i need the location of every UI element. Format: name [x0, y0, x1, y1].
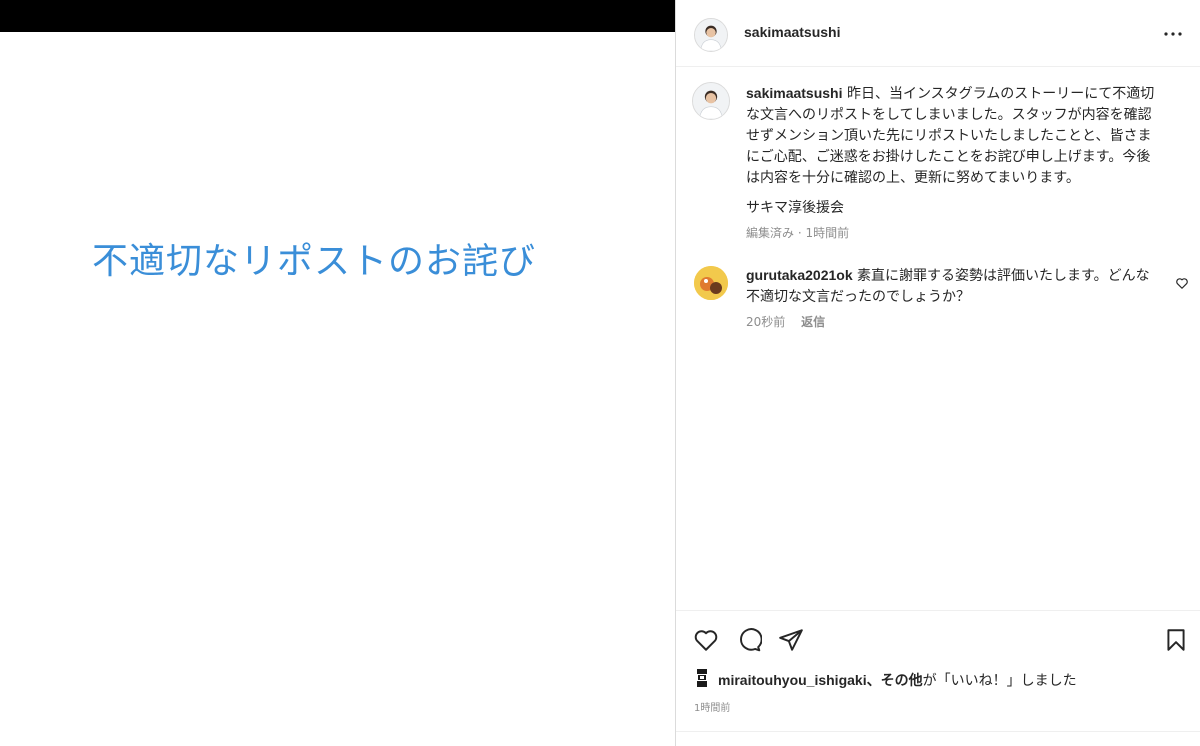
cartoon-avatar-icon — [694, 266, 728, 300]
likes-others-link[interactable]: その他 — [881, 672, 923, 688]
liker-username[interactable]: miraitouhyou_ishigaki — [718, 672, 867, 688]
media-top-band — [0, 0, 675, 32]
heart-icon — [694, 630, 718, 651]
reply-button[interactable]: 返信 — [801, 313, 825, 330]
caption-username[interactable]: sakimaatsushi — [746, 85, 843, 101]
post-detail-panel: sakimaatsushi sakimaatsushi 昨日、当インスタグラムの… — [675, 0, 1200, 746]
person-photo-icon — [693, 83, 729, 119]
save-button[interactable] — [1163, 627, 1189, 653]
likes-text: miraitouhyou_ishigaki、その他が「いいね！」しました — [718, 670, 1077, 690]
add-comment-area[interactable] — [676, 731, 1200, 746]
like-button[interactable] — [693, 627, 719, 653]
comment-bubble-icon — [740, 628, 763, 652]
comment-item: gurutaka2021ok 素直に謝罪する姿勢は評価いたします。どんな不適切な… — [676, 262, 1200, 332]
post-image-text: 不適切なリポストのお詫び — [92, 241, 537, 282]
caption-signoff: サキマ淳後援会 — [746, 200, 844, 216]
comment-time: 20秒前 — [746, 315, 786, 329]
comment-meta: 20秒前 返信 — [746, 313, 825, 330]
commenter-username[interactable]: gurutaka2021ok — [746, 267, 853, 283]
bookmark-icon — [1167, 629, 1185, 651]
caption-meta: 編集済み · 1時間前 — [746, 226, 850, 240]
caption-text-block: sakimaatsushi 昨日、当インスタグラムのストーリーにて不適切な文言へ… — [746, 83, 1161, 189]
comment-text-block: gurutaka2021ok 素直に謝罪する姿勢は評価いたします。どんな不適切な… — [746, 265, 1156, 308]
comment-button[interactable] — [736, 627, 763, 653]
commenter-avatar[interactable] — [694, 266, 728, 300]
heart-outline-icon — [1176, 278, 1188, 289]
post-actions-bar: miraitouhyou_ishigaki、その他が「いいね！」しました 1時間… — [676, 610, 1200, 746]
share-button[interactable] — [778, 627, 804, 653]
post-media: 不適切なリポストのお詫び — [0, 0, 675, 746]
likes-suffix: が「いいね！」しました — [922, 673, 1077, 689]
comment-like-button[interactable] — [1175, 275, 1189, 289]
post-header: sakimaatsushi — [676, 4, 1200, 67]
post-timestamp: 1時間前 — [694, 703, 731, 714]
paper-plane-icon — [779, 629, 803, 651]
liker-logo-icon — [695, 668, 709, 688]
caption-text: 昨日、当インスタグラムのストーリーにて不適切な文言へのリポストをしてしまいました… — [746, 86, 1155, 186]
caption-author-avatar[interactable] — [692, 82, 730, 120]
person-photo-icon — [695, 19, 727, 51]
likes-separator: 、 — [866, 672, 881, 688]
author-username[interactable]: sakimaatsushi — [744, 24, 841, 40]
more-horizontal-icon — [1164, 32, 1182, 36]
author-avatar[interactable] — [694, 18, 728, 52]
more-options-button[interactable] — [1161, 22, 1185, 46]
liker-avatar[interactable] — [694, 668, 710, 688]
